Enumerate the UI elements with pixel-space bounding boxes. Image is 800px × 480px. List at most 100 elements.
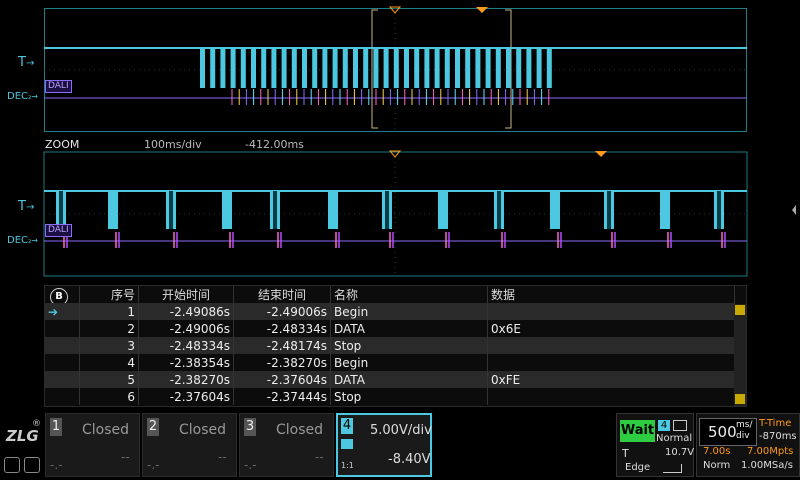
cell-data: 0x6E <box>487 320 735 337</box>
channel-4-number: 4 <box>341 418 353 434</box>
row-pointer-icon: ➔ <box>48 304 59 319</box>
trigger-level: 10.7V <box>665 447 695 458</box>
cell-idx: 3 <box>79 337 139 354</box>
cell-name: Begin <box>330 354 488 371</box>
decode-label: DEC₂→ <box>7 91 38 102</box>
cell-idx: 5 <box>79 371 139 388</box>
trigger-status: Wait <box>620 420 655 442</box>
cell-name: DATA <box>330 371 488 388</box>
dali-tag: DALI <box>45 80 72 93</box>
table-row[interactable]: ➔ 1 -2.49086s -2.49006s Begin <box>45 303 735 320</box>
timebase-value: 500 <box>708 423 737 441</box>
timebase-box[interactable]: 500 ms/ div T-Time -870ms 7.00s 7.00Mpts… <box>696 413 800 477</box>
channel-1-state: Closed <box>82 422 130 438</box>
trigger-coupling-icon <box>673 420 687 431</box>
cell-name: Stop <box>330 337 488 354</box>
channel-2-box[interactable]: 2 Closed -- -.- <box>142 413 237 477</box>
sample-rate: 1.00MSa/s <box>741 460 793 471</box>
table-row[interactable]: 3 -2.48334s -2.48174s Stop <box>45 337 735 354</box>
search-icon[interactable] <box>4 457 20 473</box>
cell-idx: 6 <box>79 388 139 405</box>
cell-data: 0xFE <box>487 371 735 388</box>
channel-3-state: Closed <box>276 422 324 438</box>
channel-4-scale: 5.00V/div <box>370 423 432 438</box>
right-panel-arrow-icon <box>792 205 796 215</box>
channel-2-number: 2 <box>147 418 159 436</box>
overview-decode-ticks <box>231 89 550 105</box>
table-row[interactable]: 6 -2.37604s -2.37444s Stop <box>45 388 735 405</box>
cell-end: -2.37444s <box>233 388 331 405</box>
zoom-decode-ticks <box>63 232 726 248</box>
scroll-down-icon[interactable] <box>735 394 745 404</box>
zoom-dali-tag: DALI <box>45 224 72 237</box>
cell-start: -2.48334s <box>138 337 234 354</box>
col-index: 序号 <box>79 286 139 303</box>
trigger-pos-marker <box>388 6 402 14</box>
cell-end: -2.38270s <box>233 354 331 371</box>
cell-start: -2.38354s <box>138 354 234 371</box>
trigger-level-label: T→ <box>18 55 35 70</box>
channel-3-number: 3 <box>244 418 256 436</box>
row-pointer-cell <box>45 320 80 337</box>
timebase-unit-top: ms/ <box>736 420 753 430</box>
table-row[interactable]: 4 -2.38354s -2.38270s Begin <box>45 354 735 371</box>
channel-1-box[interactable]: 1 Closed -- -.- <box>45 413 140 477</box>
table-row[interactable]: 5 -2.38270s -2.37604s DATA 0xFE <box>45 371 735 388</box>
table-scrollbar[interactable] <box>734 304 746 406</box>
trigger-marker <box>476 7 488 13</box>
acquire-mode: Norm <box>703 460 731 471</box>
channel-3-box[interactable]: 3 Closed -- -.- <box>239 413 334 477</box>
cell-data <box>487 337 735 354</box>
channel-2-state: Closed <box>179 422 227 438</box>
channel-4-coupling-icon <box>341 439 353 449</box>
time-mode: T-Time <box>759 418 792 429</box>
trigger-box[interactable]: Wait 4 Normal T 10.7V Edge <box>616 413 694 477</box>
cell-idx: 4 <box>79 354 139 371</box>
channel-4-box[interactable]: 4 5.00V/div -8.40V 1:1 <box>336 413 432 477</box>
cell-idx: 2 <box>79 320 139 337</box>
cell-start: -2.38270s <box>138 371 234 388</box>
col-name: 名称 <box>330 286 488 303</box>
row-pointer-cell <box>45 371 80 388</box>
scroll-up-icon[interactable] <box>735 305 745 315</box>
zoom-signal <box>44 190 747 229</box>
time-offset: -870ms <box>759 431 797 442</box>
zoom-decode-label: DEC₂→ <box>7 235 38 246</box>
logo: ZLG <box>6 427 39 445</box>
channel-1-offset: -.- <box>50 458 63 472</box>
col-start: 开始时间 <box>138 286 234 303</box>
channel-1-scale: -- <box>121 450 130 464</box>
table-row[interactable]: 2 -2.49006s -2.48334s DATA 0x6E <box>45 320 735 337</box>
row-pointer-cell <box>45 388 80 405</box>
row-pointer-cell: ➔ <box>45 303 80 320</box>
registered-icon: ® <box>32 419 41 429</box>
row-pointer-cell <box>45 337 80 354</box>
rising-edge-icon <box>663 464 682 473</box>
decode-table[interactable]: B 序号 开始时间 结束时间 名称 数据 ➔ 1 -2.49086s -2.49006… <box>44 285 747 407</box>
cell-end: -2.48174s <box>233 337 331 354</box>
cell-data <box>487 388 735 405</box>
cell-name: Stop <box>330 388 488 405</box>
trigger-source: 4 <box>658 420 670 431</box>
channel-4-offset: -8.40V <box>388 452 431 467</box>
timebase-unit-bottom: div <box>736 431 750 441</box>
cell-name: DATA <box>330 320 488 337</box>
cell-end: -2.49006s <box>233 303 331 320</box>
waveform-svg <box>43 6 796 277</box>
col-data: 数据 <box>487 286 735 303</box>
cell-end: -2.48334s <box>233 320 331 337</box>
cell-name: Begin <box>330 303 488 320</box>
col-end: 结束时间 <box>233 286 331 303</box>
trigger-label: T <box>622 447 629 460</box>
channel-3-scale: -- <box>315 450 324 464</box>
cell-start: -2.37604s <box>138 388 234 405</box>
screenshot-icon[interactable] <box>24 457 40 473</box>
channel-3-offset: -.- <box>244 458 257 472</box>
channel-1-number: 1 <box>50 418 62 436</box>
channel-2-offset: -.- <box>147 458 160 472</box>
trigger-mode: Normal <box>656 433 693 444</box>
overview-signal <box>44 47 747 88</box>
cell-idx: 1 <box>79 303 139 320</box>
cell-data <box>487 303 735 320</box>
cell-end: -2.37604s <box>233 371 331 388</box>
